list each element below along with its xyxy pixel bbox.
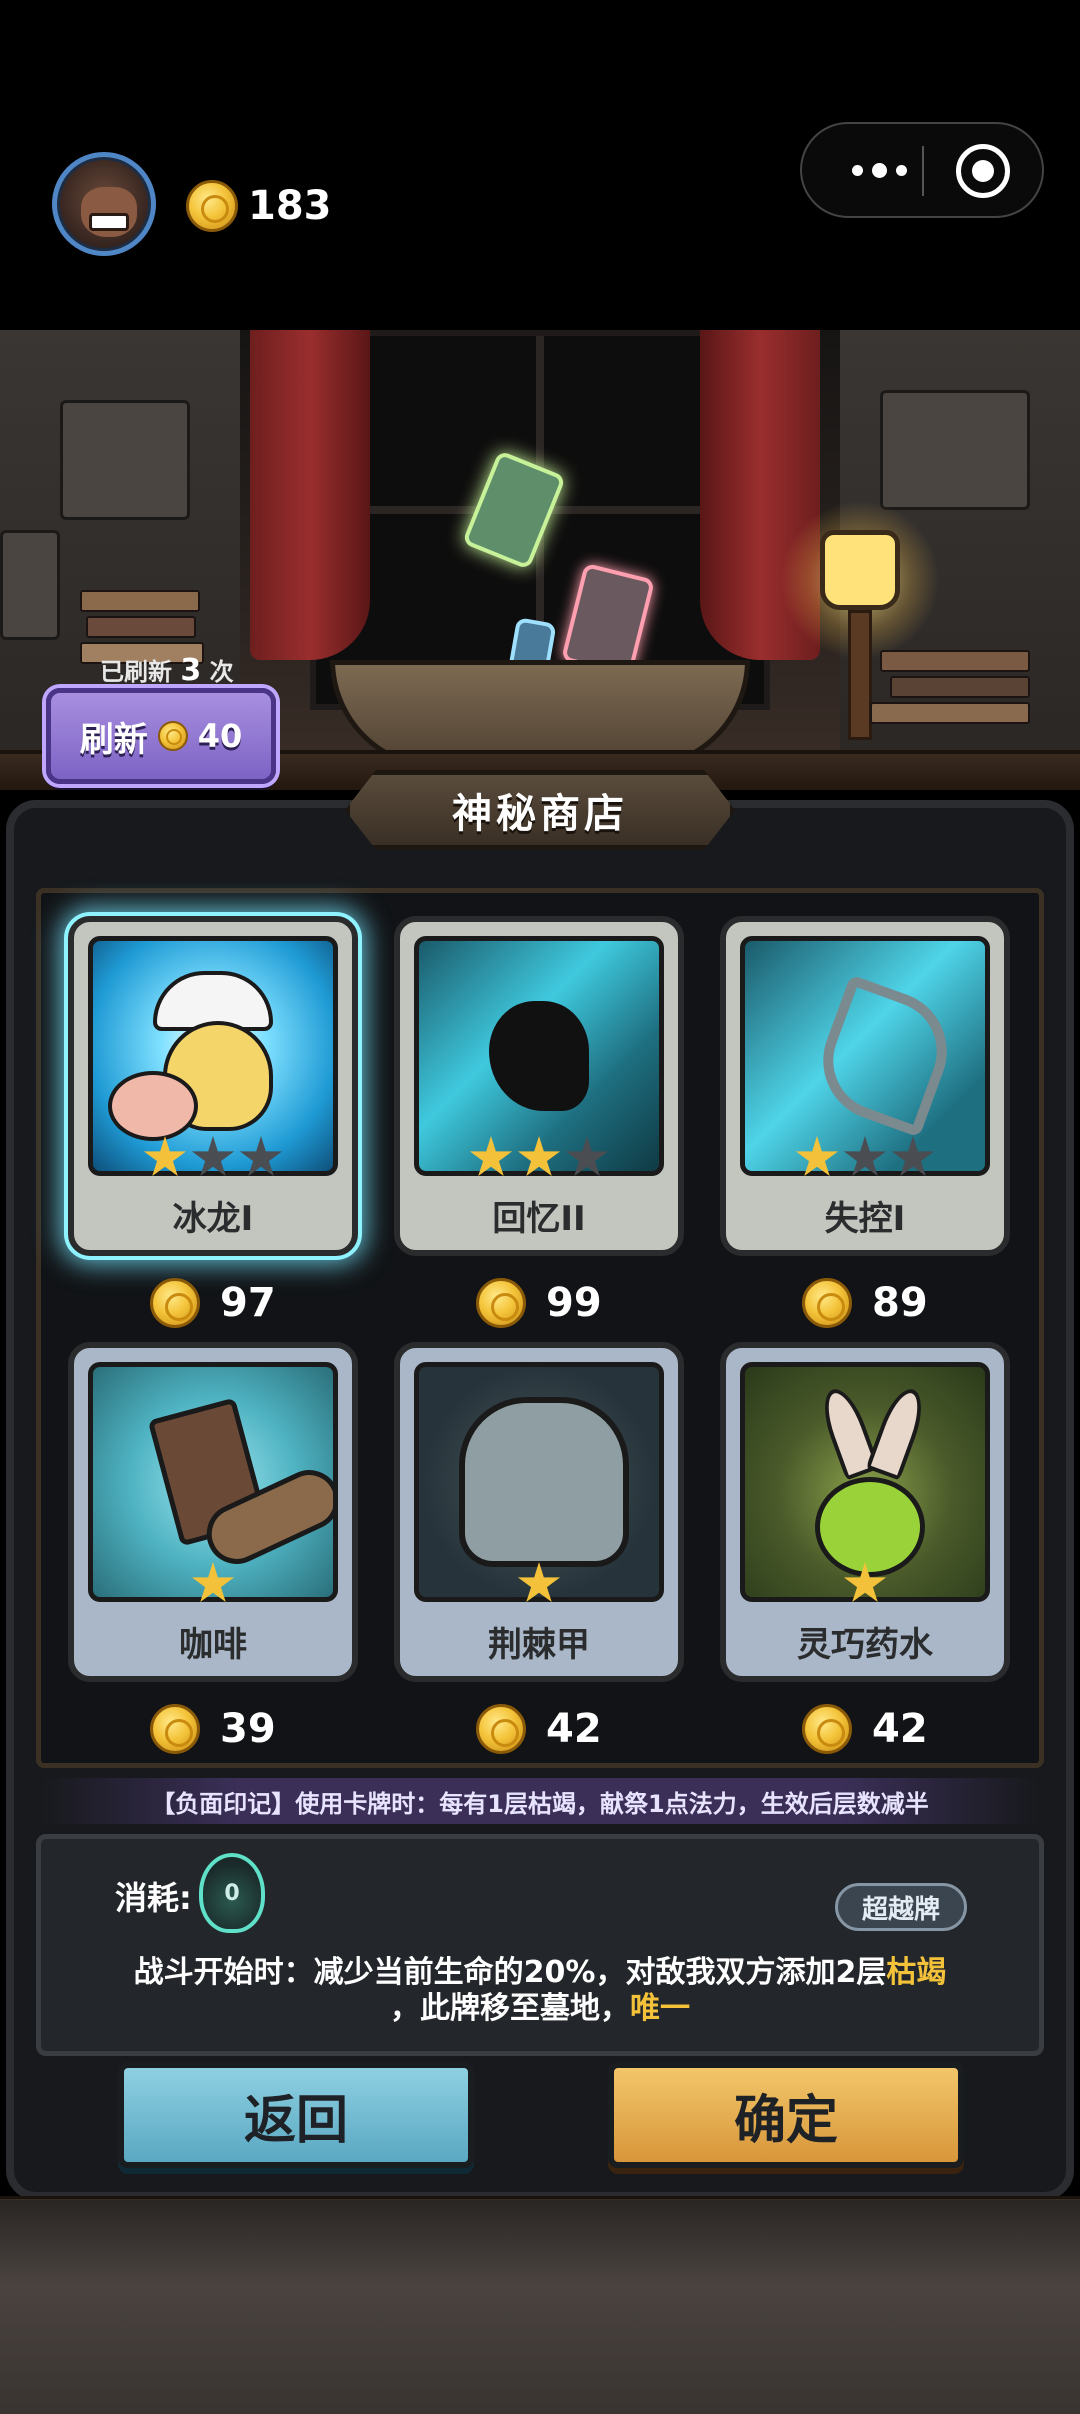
card-price: 42 [802,1704,928,1754]
more-menu-icon[interactable] [834,124,924,216]
negative-mark-description: 【负面印记】使用卡牌时：每有1层枯竭，献祭1点法力，生效后层数减半 [40,1778,1040,1824]
card-detail-box: 消耗: 0 超越牌 战斗开始时：减少当前生命的20%，对敌我双方添加2层枯竭 ，… [36,1834,1044,2056]
coin-icon [476,1704,526,1754]
cost-value: 0 [224,1881,240,1906]
shop-title-plate: 神秘商店 [345,770,735,850]
card-price: 89 [802,1278,928,1328]
coin-balance: 183 [248,183,332,229]
coin-icon [157,721,188,751]
refresh-count-value: 3 [180,653,202,688]
coin-icon [802,1278,852,1328]
card-type-tag: 超越牌 [835,1883,967,1931]
card-name: 冰龙I [172,1199,254,1239]
lamp [820,530,900,610]
shop-card[interactable]: 咖啡 [68,1342,358,1682]
card-name: 失控I [824,1199,906,1239]
card-stars [400,1136,678,1180]
shop-card[interactable]: 失控I [720,916,1010,1256]
card-stars [74,1136,352,1180]
top-bar: 183 [0,0,1080,330]
card-price: 42 [476,1704,602,1754]
card-effect-text: 战斗开始时：减少当前生命的20%，对敌我双方添加2层枯竭 ，此牌移至墓地，唯一 [133,1955,947,2026]
refresh-button[interactable]: 刷新 40 [46,688,276,784]
cost-label: 消耗: [115,1879,192,1917]
card-stars [400,1562,678,1606]
card-stars [726,1562,1004,1606]
avatar-mouth [89,213,129,231]
avatar[interactable] [52,152,156,256]
card-stars [74,1562,352,1606]
refresh-cost: 40 [197,717,243,755]
shop-card[interactable]: 荆棘甲 [394,1342,684,1682]
card-price: 39 [150,1704,276,1754]
red-curtain-left [250,330,370,660]
shop-card[interactable]: 灵巧药水 [720,1342,1010,1682]
card-name: 回忆II [492,1199,586,1239]
card-name: 荆棘甲 [488,1625,590,1665]
capsule-divider [922,146,924,196]
close-target-icon[interactable] [956,144,1010,198]
card-price: 97 [150,1278,276,1328]
card-name: 灵巧药水 [797,1625,933,1665]
shop-card[interactable]: 回忆II [394,916,684,1256]
refresh-count-text: 已刷新 3 次 [100,653,234,688]
coin-icon [476,1278,526,1328]
back-button[interactable]: 返回 [118,2062,474,2168]
coin-icon [186,180,238,232]
mana-flame-icon: 0 [199,1853,265,1933]
shop-card[interactable]: 冰龙I [68,916,358,1256]
bottom-background [0,2200,1080,2414]
lamp-stand [848,610,872,740]
card-name: 咖啡 [179,1625,247,1665]
keyword-wither: 枯竭 [886,1955,947,1990]
keyword-unique: 唯一 [630,1991,690,2026]
mini-program-capsule [800,122,1044,218]
confirm-button[interactable]: 确定 [608,2062,964,2168]
coin-icon [150,1704,200,1754]
refresh-label: 刷新 [79,719,148,760]
card-price: 99 [476,1278,602,1328]
shop-title: 神秘商店 [452,791,628,837]
card-stars [726,1136,1004,1180]
coin-icon [150,1278,200,1328]
coin-icon [802,1704,852,1754]
